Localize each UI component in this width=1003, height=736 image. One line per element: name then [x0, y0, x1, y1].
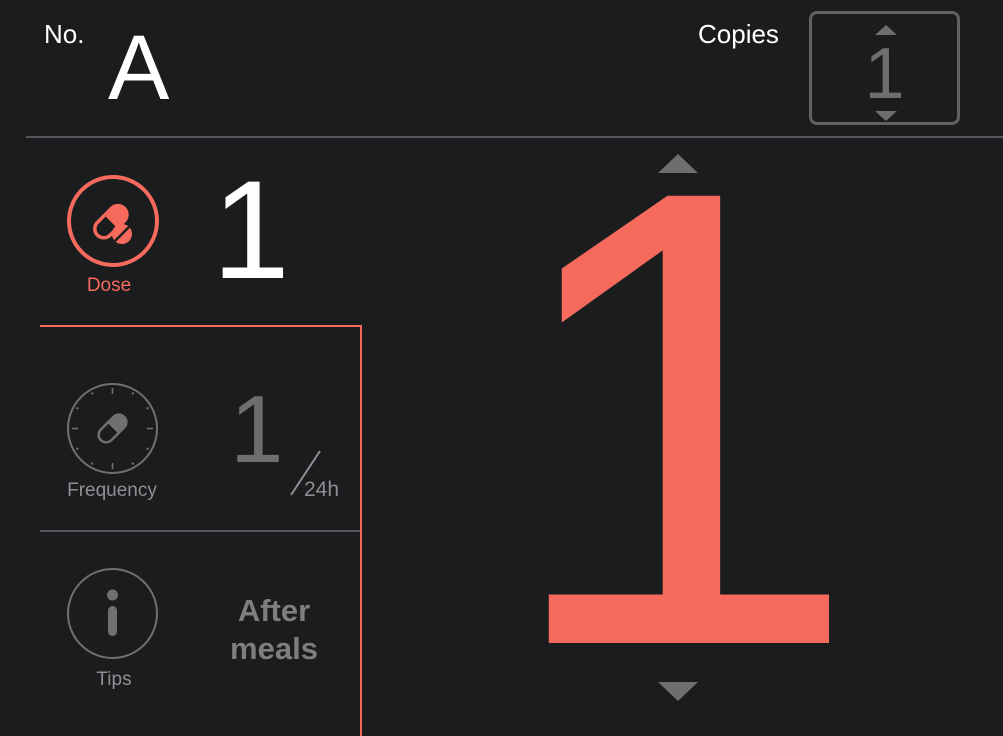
frequency-button[interactable]: [67, 383, 158, 474]
tips-label: Tips: [96, 669, 132, 690]
panel-top-border: [40, 325, 362, 327]
tips-text: After meals: [213, 592, 335, 668]
row-divider: [40, 530, 360, 532]
tips-text-line-2: meals: [230, 631, 318, 666]
dose-label: Dose: [86, 275, 132, 296]
big-value-decrement-icon[interactable]: [658, 682, 698, 701]
prescription-screen: No. A Copies 1 Dose 1 Frequency 1 24h Ti…: [0, 0, 1003, 736]
tips-text-line-1: After: [237, 593, 311, 628]
copies-label: Copies: [698, 19, 779, 49]
frequency-label: Frequency: [67, 480, 157, 501]
number-value: A: [108, 17, 170, 119]
pill-capsule-icon: [93, 203, 132, 244]
dose-button[interactable]: [67, 175, 159, 267]
frequency-value: 1: [230, 376, 284, 483]
dose-value: 1: [212, 151, 290, 308]
number-label: No.: [44, 19, 85, 49]
info-icon: [107, 589, 118, 636]
panel-right-border: [360, 325, 362, 736]
tips-button[interactable]: [67, 568, 158, 659]
big-dose-value: 1: [499, 55, 861, 736]
frequency-unit: 24h: [304, 478, 340, 501]
clock-pill-icon: [72, 388, 153, 469]
